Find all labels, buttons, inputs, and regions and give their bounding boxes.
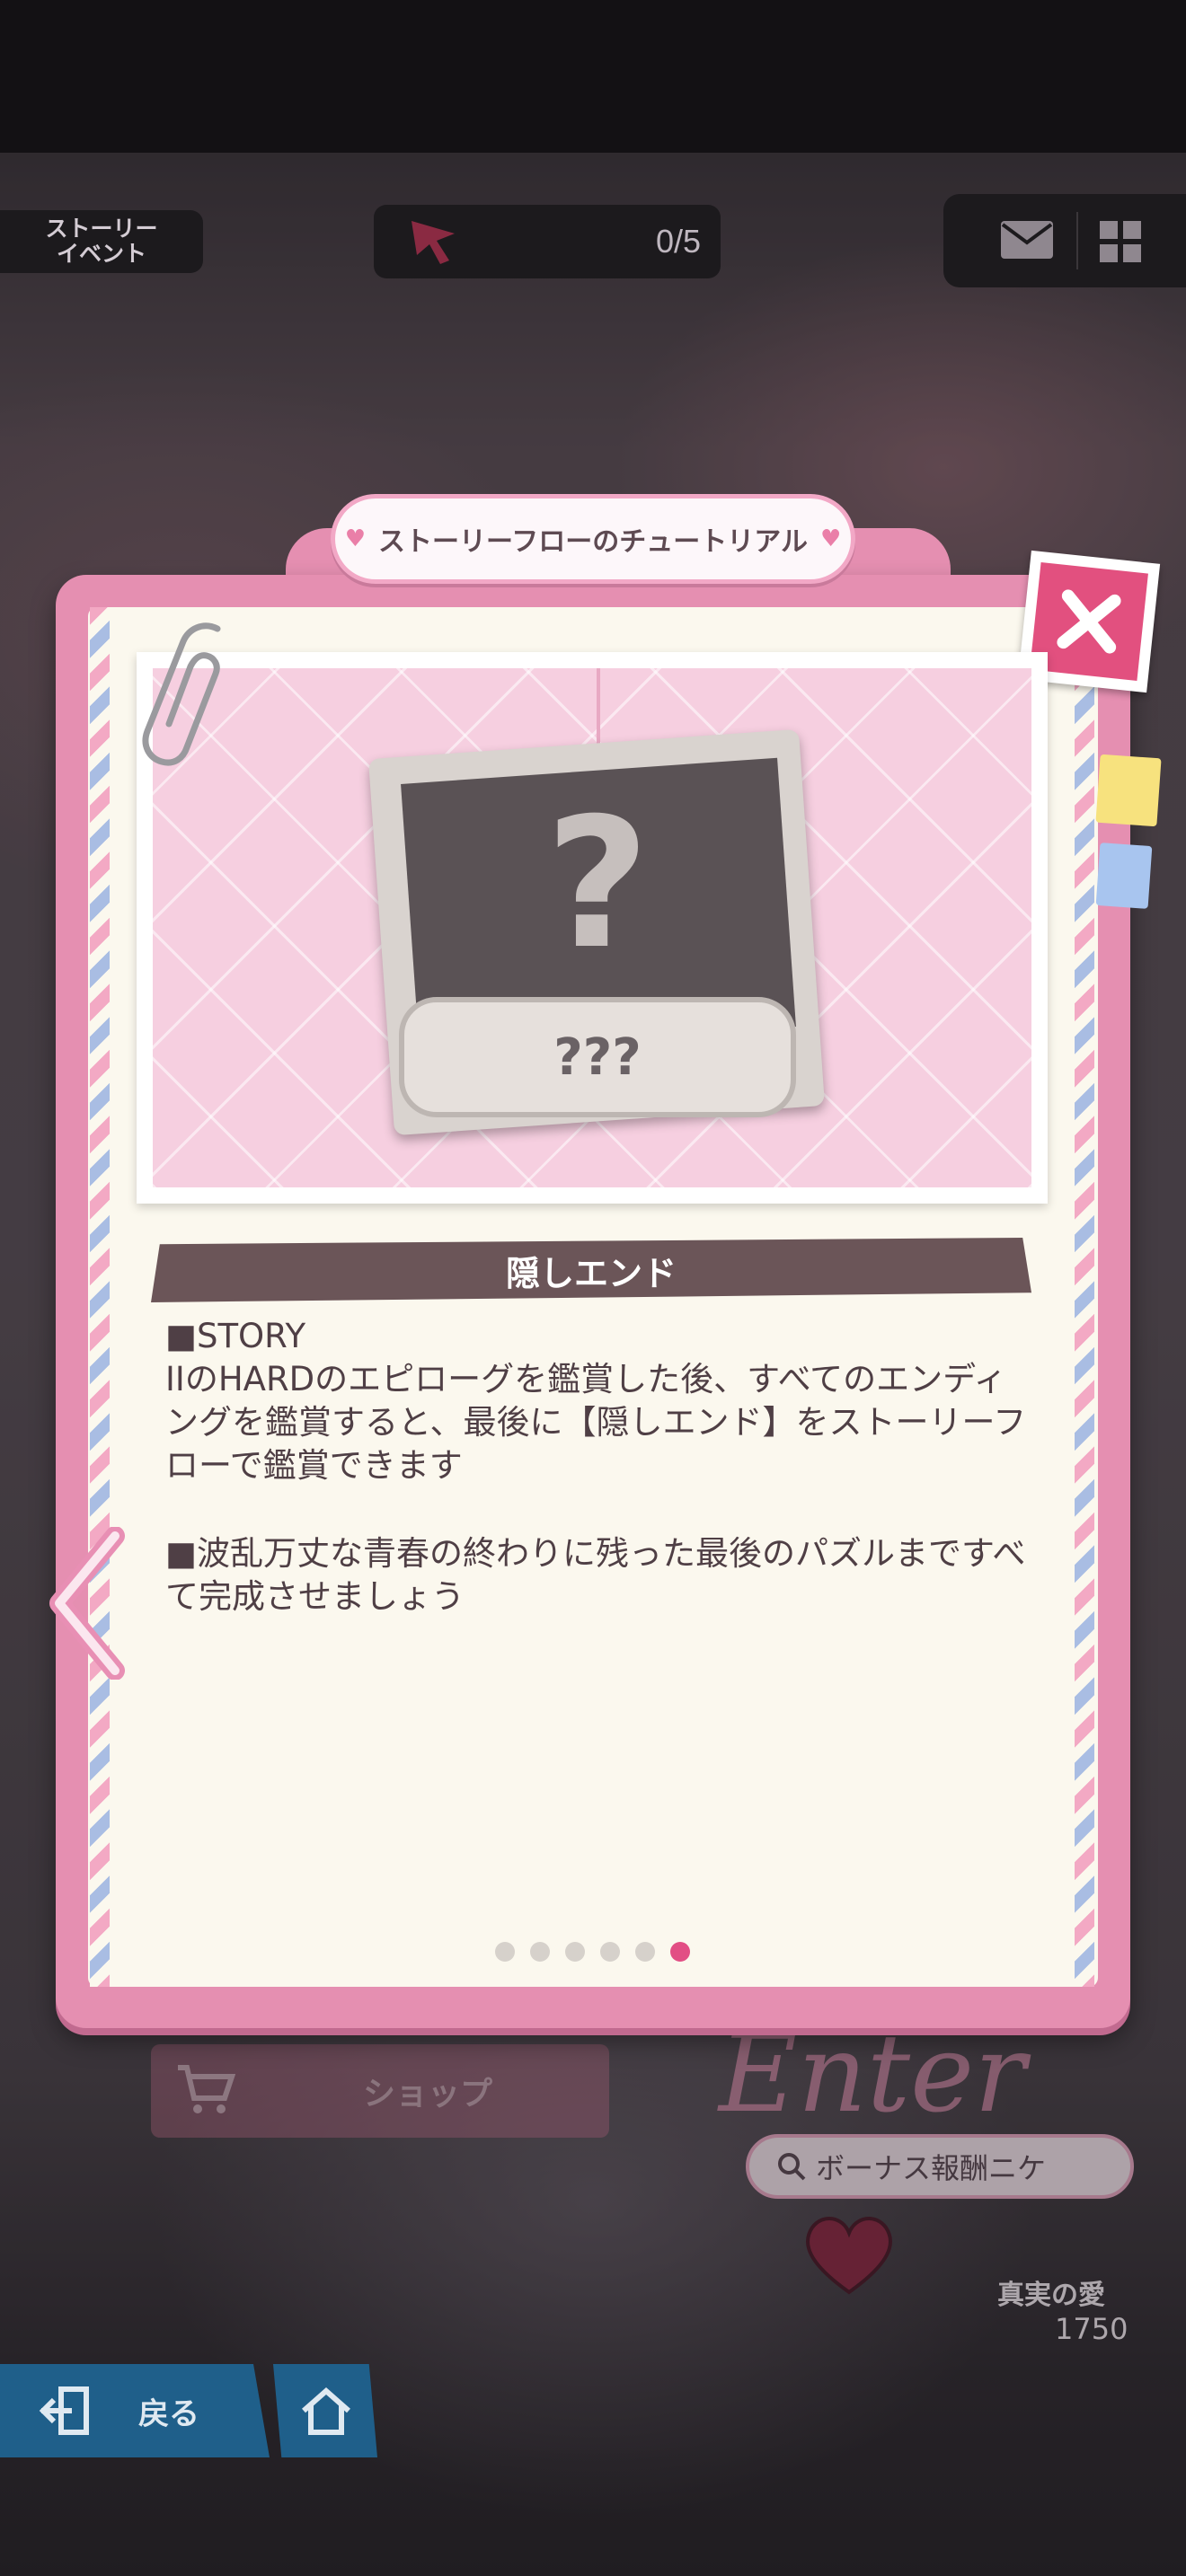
page-dot-5[interactable] (635, 1942, 655, 1962)
page-dot-2[interactable] (530, 1942, 550, 1962)
page-indicator (495, 1942, 690, 1962)
page-dot-4[interactable] (600, 1942, 620, 1962)
previous-page-arrow-icon[interactable] (45, 1527, 126, 1680)
counter-value: 0/5 (655, 223, 701, 260)
grid-menu-icon[interactable] (1100, 221, 1141, 262)
exit-door-icon (39, 2386, 89, 2435)
page-dot-1[interactable] (495, 1942, 515, 1962)
modal-title: ストーリーフローのチュートリアル (378, 526, 808, 558)
story-event-tag[interactable]: ストーリー イベント (0, 210, 203, 273)
sticky-note-yellow (1095, 754, 1162, 827)
section-title: 隠しエンド (505, 1253, 677, 1293)
top-right-menu (943, 194, 1186, 287)
airmail-stripe-left (90, 607, 110, 1987)
paperclip-icon (142, 622, 221, 766)
page-dot-6-active[interactable] (670, 1942, 690, 1962)
home-icon (302, 2387, 350, 2435)
home-button[interactable] (273, 2364, 377, 2457)
section-banner: 隠しエンド (151, 1238, 1031, 1302)
question-mark-icon: ? (544, 780, 650, 989)
story-event-label: ストーリー イベント (45, 216, 158, 267)
airmail-stripe-right (1075, 607, 1094, 1987)
story-description: ■STORY IIのHARDのエピローグを鑑賞した後、すべてのエンディングを鑑賞… (165, 1317, 1027, 1485)
heart-icon: ♥ (819, 525, 842, 552)
cursor-icon (412, 221, 455, 264)
back-label: 戻る (138, 2395, 199, 2432)
card-label: ??? (399, 997, 796, 1117)
completion-hint: ■波乱万丈な青春の終わりに残った最後のパズルまですべて完成させましょう (165, 1534, 1026, 1616)
heart-icon: ♥ (344, 525, 367, 552)
page-dot-3[interactable] (565, 1942, 585, 1962)
modal-title-plate: ♥ ストーリーフローのチュートリアル ♥ (331, 494, 855, 584)
sticky-note-blue (1095, 842, 1153, 909)
item-counter: 0/5 (374, 205, 721, 278)
mail-icon[interactable] (999, 219, 1055, 260)
menu-divider (1076, 212, 1078, 269)
